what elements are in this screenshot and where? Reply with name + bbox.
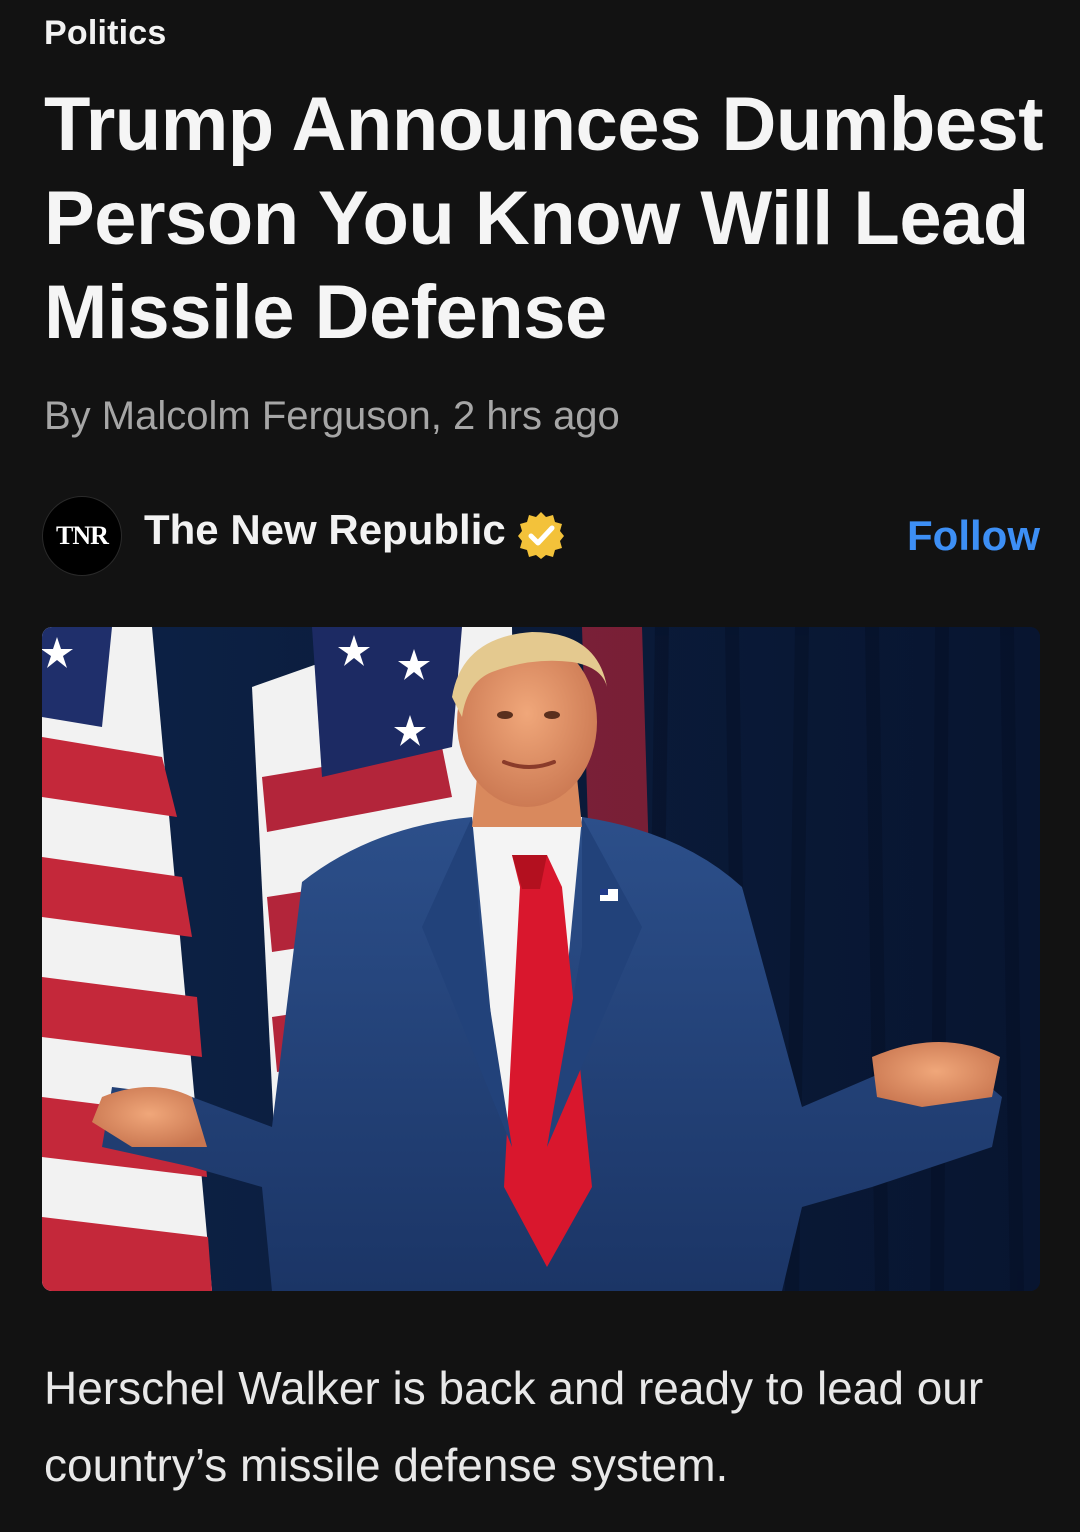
article-summary[interactable]: Herschel Walker is back and ready to lea… <box>44 1350 1044 1504</box>
publisher-logo[interactable]: TNR <box>42 496 122 576</box>
category-label[interactable]: Politics <box>44 14 167 53</box>
publisher-row: TNR The New Republic Follow <box>42 496 1040 578</box>
publisher-name[interactable]: The New Republic <box>144 506 506 554</box>
follow-button[interactable]: Follow <box>907 512 1040 560</box>
verified-badge-icon <box>518 512 564 559</box>
hero-photo <box>42 627 1040 1291</box>
article-byline: By Malcolm Ferguson, 2 hrs ago <box>44 394 620 438</box>
article-headline[interactable]: Trump Announces Dumbest Person You Know … <box>44 78 1044 360</box>
article-card: Politics Trump Announces Dumbest Person … <box>0 0 1080 1532</box>
article-hero-image[interactable] <box>42 627 1040 1291</box>
